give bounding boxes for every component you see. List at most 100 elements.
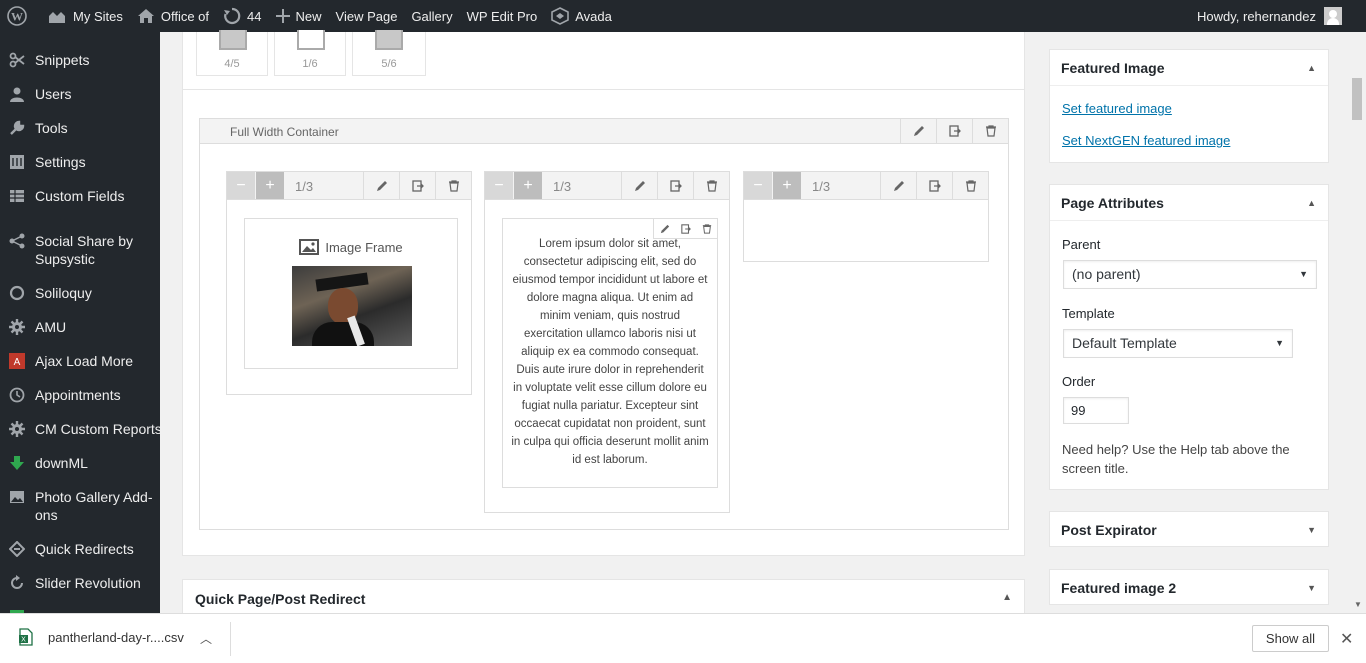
- menu-label: Quick Redirects: [35, 541, 134, 557]
- metabox-header[interactable]: Post Expirator ▼: [1050, 512, 1328, 548]
- menu-item-cm-custom-reports[interactable]: CM Custom Reports: [0, 420, 160, 438]
- menu-item-appointments[interactable]: Appointments: [0, 386, 160, 404]
- set-nextgen-featured-image-link[interactable]: Set NextGEN featured image: [1062, 133, 1230, 148]
- menu-label: Soliloquy: [35, 285, 92, 301]
- decrease-column-button[interactable]: −: [227, 172, 255, 199]
- edit-column-button[interactable]: [880, 172, 916, 199]
- account-menu[interactable]: Howdy, rehernandez: [1197, 0, 1342, 32]
- column-size: 1/3: [553, 179, 572, 194]
- view-page-link[interactable]: View Page: [329, 0, 405, 32]
- set-featured-image-link[interactable]: Set featured image: [1062, 101, 1172, 116]
- menu-item-photo-gallery-addons[interactable]: Photo Gallery Add-ons: [0, 488, 160, 524]
- updates-button[interactable]: 44: [216, 0, 268, 32]
- column-preset-4-5[interactable]: 4/5: [196, 30, 268, 76]
- site-name-menu[interactable]: Office of: [130, 0, 216, 32]
- menu-label: Social Share by Supsystic: [35, 233, 134, 267]
- container-header: Full Width Container: [200, 119, 1008, 144]
- edit-column-button[interactable]: [363, 172, 399, 199]
- my-sites-menu[interactable]: My Sites: [40, 0, 130, 32]
- menu-label: Snippets: [35, 52, 90, 68]
- scrollbar-thumb[interactable]: [1352, 78, 1362, 120]
- svg-text:A: A: [14, 357, 21, 368]
- divider: [230, 622, 231, 656]
- download-item[interactable]: X pantherland-day-r....csv: [18, 628, 184, 646]
- expand-toggle-icon[interactable]: ▼: [1307, 583, 1316, 593]
- clone-element-button[interactable]: [675, 219, 696, 239]
- pencil-icon: [913, 126, 924, 136]
- column-1: − + 1/3 Image Frame: [226, 171, 472, 395]
- new-content-button[interactable]: New: [269, 0, 329, 32]
- delete-column-button[interactable]: [435, 172, 471, 199]
- image-frame-element[interactable]: Image Frame: [244, 218, 458, 369]
- increase-column-button[interactable]: +: [256, 172, 284, 199]
- delete-container-button[interactable]: [972, 119, 1008, 143]
- decrease-column-button[interactable]: −: [744, 172, 772, 199]
- metabox-header: Page Attributes ▲: [1050, 185, 1328, 221]
- collapse-toggle-icon[interactable]: ▲: [1002, 592, 1012, 603]
- collapse-toggle-icon[interactable]: ▲: [1307, 63, 1316, 73]
- preset-shape: [375, 30, 403, 50]
- clone-container-button[interactable]: [936, 119, 972, 143]
- menu-item-amu[interactable]: AMU: [0, 318, 160, 336]
- delete-column-button[interactable]: [693, 172, 729, 199]
- scroll-down-arrow-icon[interactable]: ▼: [1354, 600, 1362, 609]
- menu-label: Settings: [35, 154, 86, 170]
- edit-column-button[interactable]: [621, 172, 657, 199]
- clone-column-button[interactable]: [399, 172, 435, 199]
- menu-item-soliloquy[interactable]: Soliloquy: [0, 284, 160, 302]
- metabox-title: Quick Page/Post Redirect: [195, 591, 366, 607]
- metabox-header[interactable]: Featured image 2 ▼: [1050, 570, 1328, 606]
- metabox-title: Post Expirator: [1061, 522, 1157, 538]
- menu-item-snippets[interactable]: Snippets: [0, 51, 160, 69]
- increase-column-button[interactable]: +: [514, 172, 542, 199]
- template-label: Template: [1062, 306, 1115, 321]
- menu-item-settings[interactable]: Settings: [0, 153, 160, 171]
- show-all-button[interactable]: Show all: [1252, 625, 1329, 652]
- post-expirator-metabox: Post Expirator ▼: [1049, 511, 1329, 547]
- menu-item-quick-redirects[interactable]: Quick Redirects: [0, 540, 160, 558]
- template-select[interactable]: Default Template ▼: [1063, 329, 1293, 358]
- clock-icon: [7, 386, 27, 404]
- delete-column-button[interactable]: [952, 172, 988, 199]
- gallery-link[interactable]: Gallery: [404, 0, 459, 32]
- menu-item-slider-revolution[interactable]: Slider Revolution: [0, 574, 160, 592]
- menu-item-ajax-load-more[interactable]: A Ajax Load More: [0, 352, 160, 370]
- text-block-element[interactable]: Lorem ipsum dolor sit amet, consectetur …: [502, 218, 718, 488]
- metabox-title: Featured Image: [1061, 60, 1165, 76]
- menu-item-social-share[interactable]: Social Share by Supsystic: [0, 232, 160, 268]
- pencil-icon: [660, 224, 669, 234]
- menu-label: Appointments: [35, 387, 121, 403]
- delete-element-button[interactable]: [696, 219, 717, 239]
- menu-item-downml[interactable]: downML: [0, 454, 160, 472]
- edit-element-button[interactable]: [654, 219, 675, 239]
- column-header: − + 1/3: [485, 172, 729, 200]
- parent-select[interactable]: (no parent) ▼: [1063, 260, 1317, 289]
- decrease-column-button[interactable]: −: [485, 172, 513, 199]
- page-scrollbar[interactable]: ▼: [1349, 32, 1366, 613]
- menu-item-custom-fields[interactable]: Custom Fields: [0, 187, 160, 205]
- column-preset-5-6[interactable]: 5/6: [352, 30, 426, 76]
- wordpress-logo-button[interactable]: W: [0, 0, 40, 32]
- column-preset-1-6[interactable]: 1/6: [274, 30, 346, 76]
- edit-container-button[interactable]: [900, 119, 936, 143]
- pencil-icon: [893, 180, 904, 191]
- avada-menu[interactable]: Avada: [544, 0, 619, 32]
- menu-item-users[interactable]: Users: [0, 85, 160, 103]
- divider: [183, 89, 1024, 90]
- wp-edit-pro-link[interactable]: WP Edit Pro: [460, 0, 545, 32]
- column-2: − + 1/3 Lorem ipsum dolor sit amet, cons…: [484, 171, 730, 513]
- updates-count: 44: [247, 8, 262, 24]
- order-input[interactable]: 99: [1063, 397, 1129, 424]
- increase-column-button[interactable]: +: [773, 172, 801, 199]
- collapse-toggle-icon[interactable]: ▲: [1307, 198, 1316, 208]
- chevron-up-icon[interactable]: ︿: [200, 630, 212, 647]
- menu-item-tools[interactable]: Tools: [0, 119, 160, 137]
- featured-image-metabox: Featured Image ▲ Set featured image Set …: [1049, 49, 1329, 163]
- clone-column-button[interactable]: [916, 172, 952, 199]
- clone-icon: [680, 224, 691, 234]
- image-frame-title: Image Frame: [245, 239, 457, 255]
- text-block-content: Lorem ipsum dolor sit amet, consectetur …: [511, 238, 709, 466]
- expand-toggle-icon[interactable]: ▼: [1307, 525, 1316, 535]
- close-icon[interactable]: ✕: [1340, 629, 1353, 649]
- clone-column-button[interactable]: [657, 172, 693, 199]
